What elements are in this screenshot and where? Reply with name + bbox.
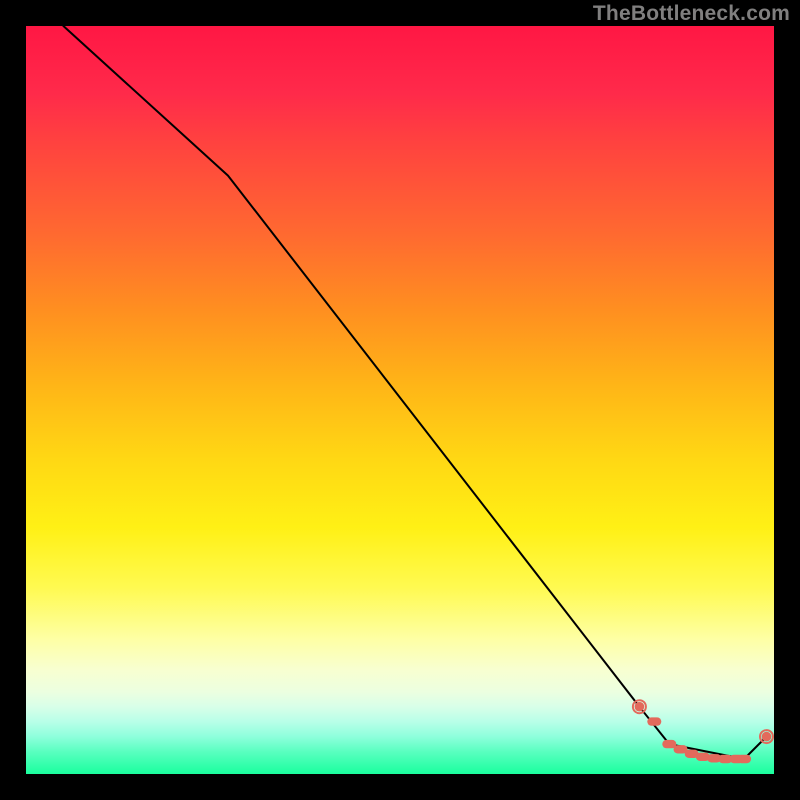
chart-overlay bbox=[26, 26, 774, 774]
chart-stage: TheBottleneck.com bbox=[0, 0, 800, 800]
highlight-markers-group bbox=[633, 700, 773, 763]
highlight-dash-marker bbox=[737, 755, 751, 763]
watermark-label: TheBottleneck.com bbox=[593, 2, 790, 26]
bottleneck-curve-line bbox=[63, 26, 766, 759]
highlight-end-marker-dot bbox=[635, 702, 645, 712]
highlight-end-marker-dot bbox=[762, 732, 772, 742]
highlight-dash-marker bbox=[647, 717, 661, 725]
